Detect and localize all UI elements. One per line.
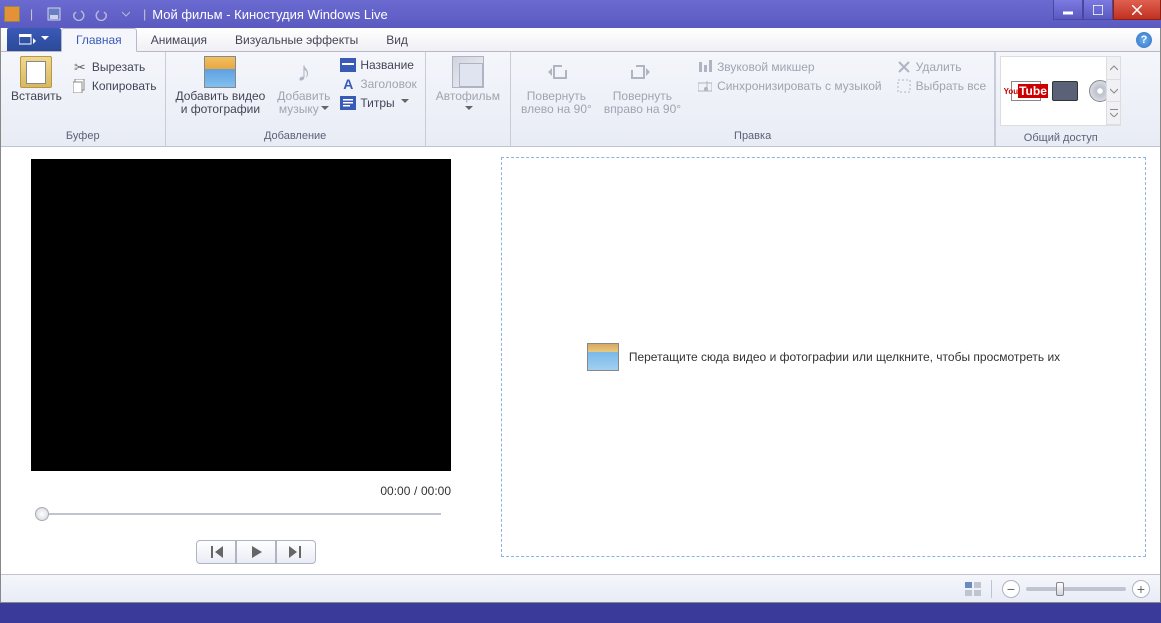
dropzone-text: Перетащите сюда видео и фотографии или щ… xyxy=(629,350,1060,364)
play-button[interactable] xyxy=(236,540,276,564)
timeline-pane: Перетащите сюда видео и фотографии или щ… xyxy=(501,147,1160,574)
cut-button[interactable]: Вырезать xyxy=(70,58,159,76)
group-edit: Повернуть влево на 90° Повернуть вправо … xyxy=(511,52,995,146)
seek-thumb[interactable] xyxy=(35,507,49,521)
qat-dropdown-icon[interactable] xyxy=(115,3,137,25)
playback-controls xyxy=(31,540,481,564)
audio-mixer-button[interactable]: Звуковой микшер xyxy=(695,58,884,76)
group-label-share: Общий доступ xyxy=(996,130,1125,146)
tab-animation[interactable]: Анимация xyxy=(137,29,221,51)
group-label-edit: Правка xyxy=(517,128,988,144)
zoom-slider[interactable] xyxy=(1026,587,1126,591)
copy-icon xyxy=(72,78,88,94)
file-menu-button[interactable] xyxy=(7,28,61,51)
time-display: 00:00 / 00:00 xyxy=(31,483,451,498)
share-scroll-down-icon[interactable] xyxy=(1107,80,1120,103)
credits-icon xyxy=(340,95,356,111)
ribbon: Вставить Вырезать Копировать Буфер xyxy=(1,52,1160,147)
prev-frame-button[interactable] xyxy=(196,540,236,564)
content-area: 00:00 / 00:00 Перетащите сюда видео и фо… xyxy=(1,147,1160,574)
group-clipboard: Вставить Вырезать Копировать Буфер xyxy=(1,52,166,146)
ribbon-tabbar: Главная Анимация Визуальные эффекты Вид … xyxy=(1,28,1160,52)
tab-home[interactable]: Главная xyxy=(61,28,137,52)
paste-icon xyxy=(20,56,52,88)
delete-button[interactable]: Удалить xyxy=(894,58,989,76)
music-note-icon xyxy=(288,56,320,88)
qat-undo-icon[interactable] xyxy=(67,3,89,25)
titlebar: | | Мой фильм - Киностудия Windows Live xyxy=(0,0,1161,28)
zoom-thumb[interactable] xyxy=(1056,582,1064,596)
group-add: Добавить видео и фотографии Добавить муз… xyxy=(166,52,426,146)
share-more-icon[interactable] xyxy=(1107,102,1120,125)
add-video-button[interactable]: Добавить видео и фотографии xyxy=(172,54,270,118)
window-title: Мой фильм - Киностудия Windows Live xyxy=(152,7,388,22)
maximize-button[interactable] xyxy=(1083,0,1113,20)
paste-button[interactable]: Вставить xyxy=(7,54,66,105)
qat-redo-icon[interactable] xyxy=(91,3,113,25)
select-all-icon xyxy=(896,78,912,94)
preview-pane: 00:00 / 00:00 xyxy=(1,147,501,574)
zoom-in-button[interactable]: + xyxy=(1132,580,1150,598)
seek-slider[interactable] xyxy=(31,506,451,522)
copy-button[interactable]: Копировать xyxy=(70,77,159,95)
select-all-button[interactable]: Выбрать все xyxy=(894,77,989,95)
autofilm-icon xyxy=(452,56,484,88)
add-video-icon xyxy=(204,56,236,88)
window-controls xyxy=(1053,0,1161,20)
tab-view[interactable]: Вид xyxy=(372,29,422,51)
credits-button[interactable]: Титры xyxy=(338,94,418,112)
title-button[interactable]: Название xyxy=(338,56,418,74)
tab-effects[interactable]: Визуальные эффекты xyxy=(221,29,372,51)
tv-icon[interactable] xyxy=(1052,81,1078,101)
scissors-icon xyxy=(72,59,88,75)
title-icon xyxy=(340,57,356,73)
group-label-clipboard: Буфер xyxy=(7,128,159,144)
caption-button[interactable]: A Заголовок xyxy=(338,75,418,93)
rotate-right-button[interactable]: Повернуть вправо на 90° xyxy=(600,54,685,118)
dropzone[interactable]: Перетащите сюда видео и фотографии или щ… xyxy=(501,157,1146,557)
group-share: YouTube Общий доступ xyxy=(995,52,1125,146)
share-scroll xyxy=(1106,57,1120,125)
statusbar: − + xyxy=(1,574,1160,602)
close-button[interactable] xyxy=(1113,0,1161,20)
app-icon xyxy=(4,6,20,22)
rotate-right-icon xyxy=(626,56,658,88)
minimize-button[interactable] xyxy=(1053,0,1083,20)
dropzone-media-icon xyxy=(587,343,619,371)
next-frame-button[interactable] xyxy=(276,540,316,564)
qat-save-icon[interactable] xyxy=(43,3,65,25)
sync-icon xyxy=(697,78,713,94)
sync-music-button[interactable]: Синхронизировать с музыкой xyxy=(695,77,884,95)
group-autofilm: Автофильм xyxy=(426,52,511,146)
mixer-icon xyxy=(697,59,713,75)
group-label-add: Добавление xyxy=(172,128,419,144)
delete-icon xyxy=(896,59,912,75)
caption-icon: A xyxy=(340,76,356,92)
zoom-out-button[interactable]: − xyxy=(1002,580,1020,598)
rotate-left-button[interactable]: Повернуть влево на 90° xyxy=(517,54,596,118)
rotate-left-icon xyxy=(540,56,572,88)
quick-access-toolbar xyxy=(43,3,137,25)
video-preview xyxy=(31,159,451,471)
youtube-icon[interactable]: YouTube xyxy=(1011,81,1041,101)
autofilm-button[interactable]: Автофильм xyxy=(432,54,504,118)
help-icon[interactable]: ? xyxy=(1136,32,1152,48)
add-music-button[interactable]: Добавить музыку xyxy=(273,54,334,118)
share-scroll-up-icon[interactable] xyxy=(1107,57,1120,80)
thumbnail-view-icon[interactable] xyxy=(965,581,981,597)
